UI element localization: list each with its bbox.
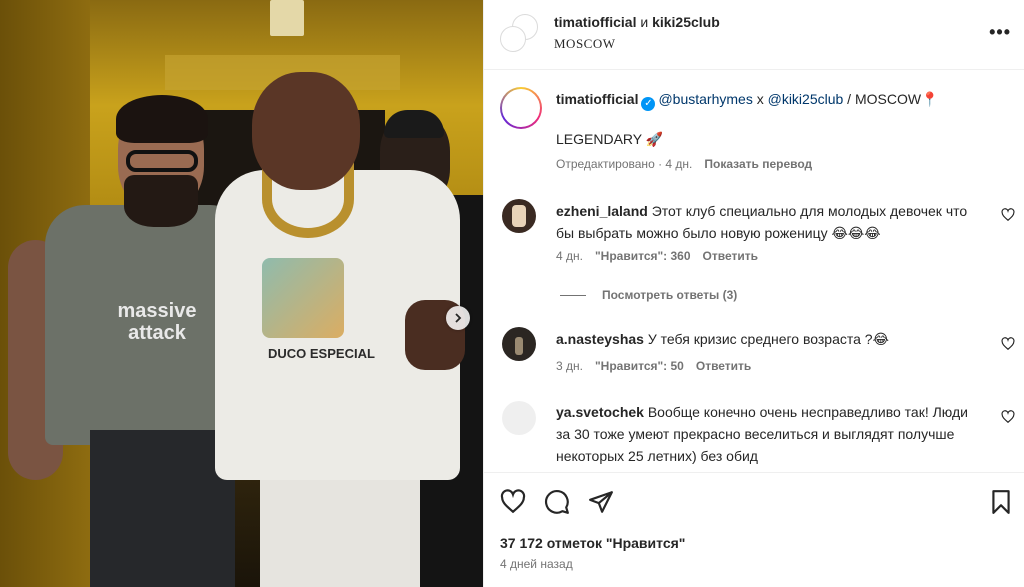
- divider: [560, 295, 586, 297]
- save-bookmark-icon[interactable]: [988, 489, 1014, 515]
- photo-person-right-head: [252, 72, 360, 190]
- comment-icon[interactable]: [544, 489, 570, 515]
- avatar[interactable]: [502, 327, 536, 361]
- comment-2-age: 3 дн.: [556, 359, 583, 373]
- caption-mention-2[interactable]: @kiki25club: [768, 91, 844, 107]
- comment-1-age: 4 дн.: [556, 249, 583, 263]
- photo-person-left-glasses: [126, 150, 198, 172]
- caption-meta: Отредактировано · 4 дн. Показать перевод: [556, 157, 812, 171]
- avatar[interactable]: [502, 199, 536, 233]
- post-photo: massive attack DUCO ESPECIAL: [0, 0, 483, 587]
- photo-shirt-text: massive attack: [82, 300, 232, 344]
- caption-edited: Отредактировано · 4 дн.: [556, 157, 693, 171]
- caption-mention-1[interactable]: @bustarhymes: [658, 91, 752, 107]
- comment-2-meta: 3 дн. "Нравится": 50 Ответить: [556, 359, 751, 373]
- photo-shirt-text-2: DUCO ESPECIAL: [268, 346, 375, 361]
- comment-3-username[interactable]: ya.svetochek: [556, 404, 644, 420]
- collab-avatars[interactable]: [500, 14, 540, 54]
- verified-badge-icon: ✓: [641, 97, 656, 111]
- caption-text: LEGENDARY 🚀: [556, 131, 664, 147]
- view-replies-button[interactable]: Посмотреть ответы (3): [560, 288, 737, 302]
- caption-connector: x: [752, 91, 768, 107]
- photo-background-cap: [384, 110, 444, 138]
- view-replies-label: Посмотреть ответы (3): [602, 288, 738, 302]
- comment-1-username[interactable]: ezheni_laland: [556, 203, 648, 219]
- post-side-panel: timatiofficial и kiki25club MOSCOW ••• t…: [483, 0, 1024, 587]
- comment-2-text: У тебя кризис среднего возраста ?😂: [647, 331, 889, 347]
- comment-1-body: ezheni_laland Этот клуб специально для м…: [556, 200, 976, 244]
- comment-1-reply[interactable]: Ответить: [703, 249, 758, 263]
- header-connector: и: [636, 14, 653, 30]
- caption-username[interactable]: timatiofficial: [556, 91, 638, 107]
- photo-person-left-pants: [90, 430, 235, 587]
- shirt-text-line-1: massive: [117, 300, 197, 322]
- avatar[interactable]: [502, 401, 536, 435]
- header-user-1[interactable]: timatiofficial: [554, 14, 636, 30]
- caption-avatar[interactable]: [500, 87, 542, 129]
- chevron-right-icon: [455, 313, 462, 323]
- photo-person-left-beard: [124, 175, 198, 227]
- comment-3-body: ya.svetochek Вообще конечно очень неспра…: [556, 401, 976, 467]
- avatar: [500, 26, 526, 52]
- more-horizontal-icon[interactable]: •••: [989, 22, 1011, 43]
- comments-section: timatiofficial ✓ @bustarhymes x @kiki25clu…: [484, 71, 1024, 471]
- caption-line: timatiofficial ✓ @bustarhymes x @kiki25clu…: [556, 91, 939, 111]
- share-icon[interactable]: [588, 489, 614, 515]
- comment-2-body: a.nasteyshas У тебя кризис среднего возр…: [556, 328, 976, 350]
- comment-1-meta: 4 дн. "Нравится": 360 Ответить: [556, 249, 758, 263]
- photo-shirt-print: [262, 258, 344, 338]
- photo-person-left-hair: [116, 95, 208, 143]
- comment-2-reply[interactable]: Ответить: [696, 359, 751, 373]
- avatar-figure: [515, 337, 523, 355]
- post-date[interactable]: 4 дней назад: [500, 557, 573, 571]
- like-comment-heart-icon[interactable]: [1001, 410, 1015, 424]
- comment-2-username[interactable]: a.nasteyshas: [556, 331, 644, 347]
- translate-link[interactable]: Показать перевод: [704, 157, 812, 171]
- post-header: timatiofficial и kiki25club MOSCOW •••: [484, 0, 1024, 70]
- like-heart-icon[interactable]: [500, 489, 526, 515]
- instagram-post-modal: massive attack DUCO ESPECIAL timatioffic…: [0, 0, 1024, 587]
- avatar-figure: [512, 205, 526, 227]
- photo-ceiling-light: [270, 0, 304, 36]
- likes-count[interactable]: 37 172 отметок "Нравится": [500, 535, 685, 551]
- comment-1-likes[interactable]: "Нравится": 360: [595, 249, 691, 263]
- caption-suffix: / MOSCOW📍: [843, 91, 939, 107]
- shirt-text-line-2: attack: [128, 322, 186, 344]
- post-actions: 37 172 отметок "Нравится" 4 дней назад: [484, 472, 1024, 587]
- header-usernames: timatiofficial и kiki25club: [554, 14, 720, 30]
- header-location[interactable]: MOSCOW: [554, 36, 616, 52]
- like-comment-heart-icon[interactable]: [1001, 208, 1015, 222]
- header-user-2[interactable]: kiki25club: [652, 14, 720, 30]
- next-photo-button[interactable]: [446, 306, 470, 330]
- comment-2-likes[interactable]: "Нравится": 50: [595, 359, 684, 373]
- like-comment-heart-icon[interactable]: [1001, 337, 1015, 351]
- avatar: [502, 89, 540, 127]
